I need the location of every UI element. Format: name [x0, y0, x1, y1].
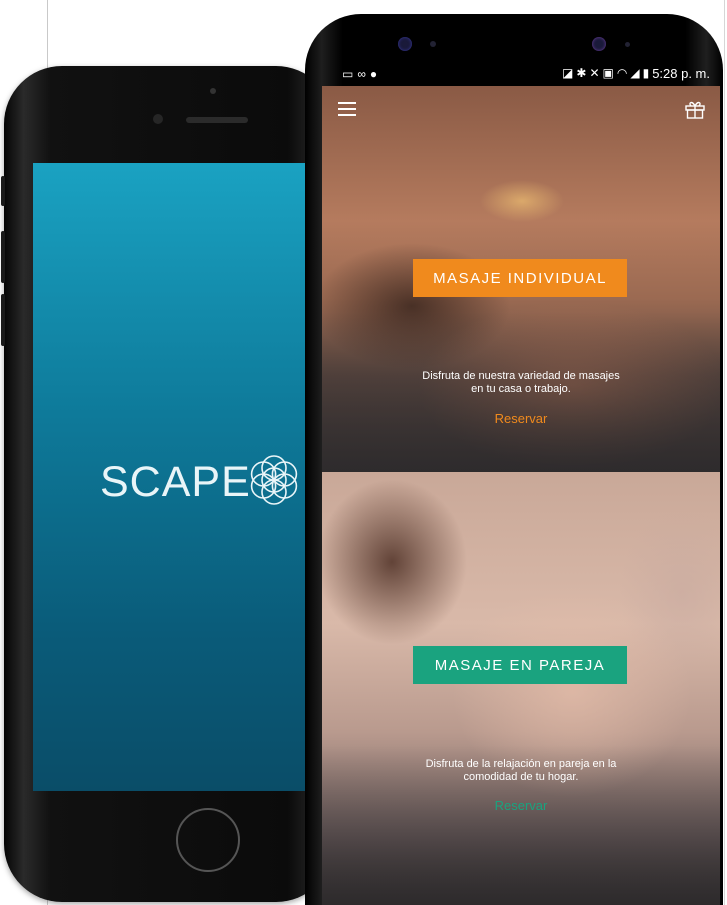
volume-up-button: [1, 231, 5, 283]
light-sensor: [625, 42, 630, 47]
volume-down-button: [1, 294, 5, 346]
flower-of-life-logo-icon: [250, 455, 298, 505]
app-screen: MASAJE INDIVIDUAL Disfruta de nuestra va…: [322, 86, 720, 905]
mute-icon: ✕: [589, 66, 600, 80]
card-description: Disfruta de nuestra variedad de masajes …: [362, 370, 680, 396]
gift-icon[interactable]: [684, 98, 706, 120]
hamburger-menu-icon[interactable]: [338, 102, 356, 116]
card-description-line: Disfruta de la relajación en pareja en l…: [425, 758, 617, 770]
signal-icon: ◢: [630, 66, 640, 80]
page-divider-line-right: [724, 0, 725, 905]
bluetooth-icon: ✱: [576, 66, 587, 80]
massage-individual-button[interactable]: MASAJE INDIVIDUAL: [413, 259, 627, 297]
splash-logo-text: SCAPE: [100, 458, 251, 506]
no-sim-icon: ◪: [562, 66, 574, 80]
reserve-link-individual[interactable]: Reservar: [322, 411, 720, 426]
front-camera: [398, 37, 412, 51]
screen-icon: ▭: [342, 67, 354, 81]
reserve-link-couple[interactable]: Reservar: [322, 798, 720, 813]
proximity-sensor: [430, 41, 436, 47]
iris-scanner: [592, 37, 606, 51]
chat-icon: ●: [369, 67, 378, 81]
battery-icon: ▮: [642, 66, 650, 80]
status-time: 5:28 p. m.: [652, 65, 710, 81]
service-card-couple[interactable]: MASAJE EN PAREJA Disfruta de la relajaci…: [322, 472, 720, 905]
service-card-individual[interactable]: MASAJE INDIVIDUAL Disfruta de nuestra va…: [322, 86, 720, 472]
card-description: Disfruta de la relajación en pareja en l…: [362, 758, 680, 784]
status-bar: ▭ ∞ ● ◪ ✱ ✕ ▣ ◠ ◢ ▮ 5:28 p. m.: [330, 64, 718, 84]
mute-switch: [1, 176, 5, 206]
voicemail-icon: ∞: [357, 67, 366, 81]
card-description-line: en tu casa o trabajo.: [471, 383, 571, 395]
iphone-sensor: [210, 88, 216, 94]
card-description-line: comodidad de tu hogar.: [463, 771, 579, 783]
iphone-front-camera: [153, 114, 163, 124]
massage-couple-button[interactable]: MASAJE EN PAREJA: [413, 646, 627, 684]
iphone-speaker: [186, 117, 248, 123]
wifi-icon: ◠: [616, 66, 628, 80]
card-description-line: Disfruta de nuestra variedad de masajes: [422, 370, 620, 382]
nfc-icon: ▣: [602, 66, 614, 80]
iphone-home-button[interactable]: [176, 808, 240, 872]
